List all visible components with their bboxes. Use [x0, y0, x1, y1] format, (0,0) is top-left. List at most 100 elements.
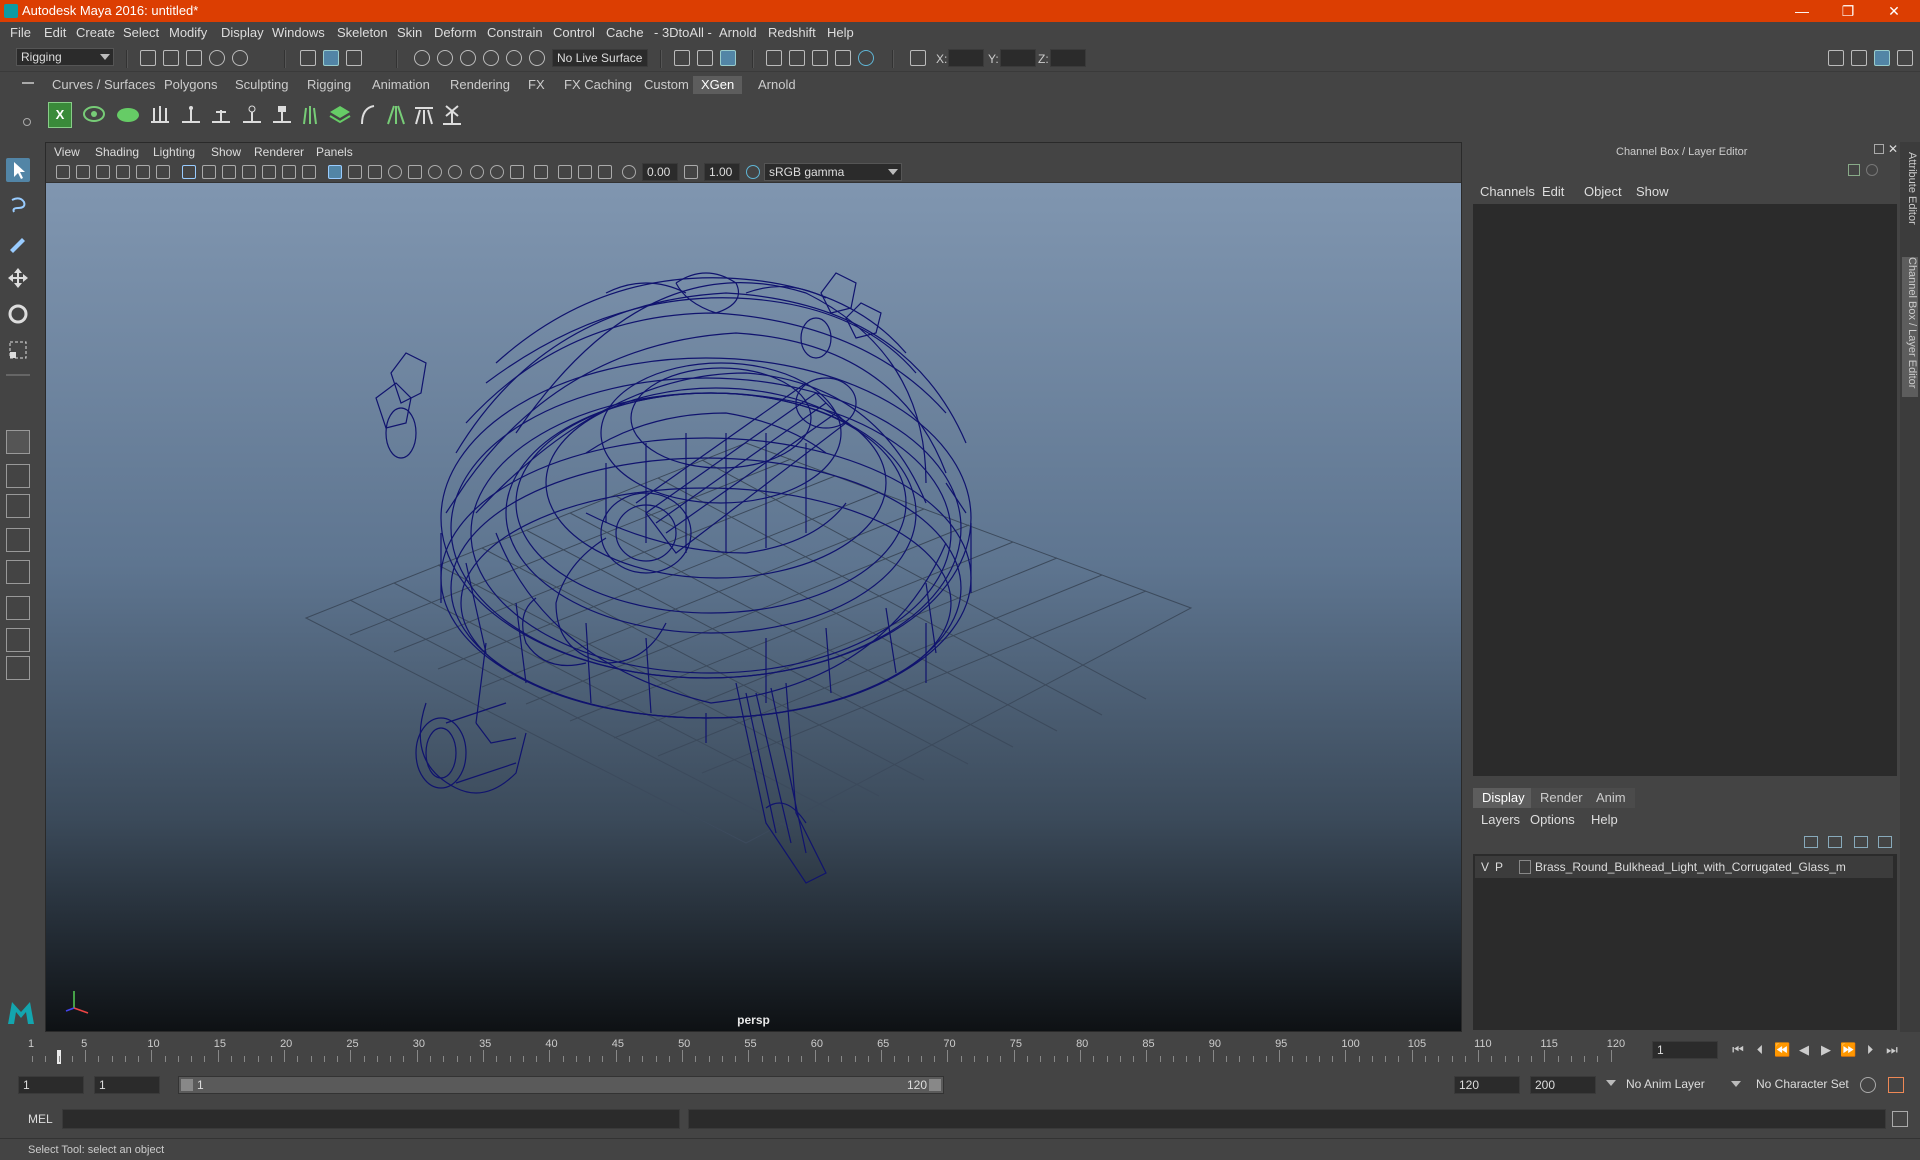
wireframe-icon[interactable] — [328, 165, 342, 179]
viewport-menu-lighting[interactable]: Lighting — [153, 145, 195, 159]
xgen-preview-icon[interactable] — [82, 102, 106, 128]
shelf-settings-icon[interactable] — [23, 118, 31, 126]
xgen-delete-guides-icon[interactable] — [440, 102, 464, 128]
step-forward-key-icon[interactable]: ⏩ — [1840, 1042, 1856, 1058]
xgen-guide-lock-icon[interactable] — [240, 102, 264, 128]
character-set-dropdown[interactable]: No Character Set — [1752, 1076, 1870, 1094]
close-button[interactable]: ✕ — [1872, 0, 1916, 22]
menu-cache[interactable]: Cache — [606, 25, 644, 40]
two-d-pan-zoom-icon[interactable] — [136, 165, 150, 179]
layer-name[interactable]: Brass_Round_Bulkhead_Light_with_Corrugat… — [1535, 860, 1846, 874]
color-space-dropdown[interactable]: sRGB gamma — [764, 163, 902, 181]
menu-constrain[interactable]: Constrain — [487, 25, 543, 40]
range-start-handle[interactable] — [181, 1079, 193, 1091]
tab-animation[interactable]: Animation — [364, 76, 438, 94]
render-settings-icon[interactable] — [835, 50, 851, 66]
minimize-button[interactable]: — — [1780, 0, 1824, 22]
hypershade-icon[interactable] — [858, 50, 874, 66]
smooth-shade-icon[interactable] — [348, 165, 362, 179]
menu-deform[interactable]: Deform — [434, 25, 477, 40]
tab-polygons[interactable]: Polygons — [156, 76, 225, 94]
xgen-grass-icon[interactable] — [298, 102, 322, 128]
tab-fx-caching[interactable]: FX Caching — [556, 76, 640, 94]
menu-windows[interactable]: Windows — [272, 25, 325, 40]
step-back-frame-icon[interactable]: ⏴ — [1752, 1042, 1768, 1058]
go-to-start-icon[interactable]: ⏮ — [1730, 1042, 1746, 1058]
xray-active-icon[interactable] — [578, 165, 592, 179]
snap-point-icon[interactable] — [460, 50, 476, 66]
camera-attributes-icon[interactable] — [76, 165, 90, 179]
snap-live-icon[interactable] — [506, 50, 522, 66]
safe-action-icon[interactable] — [282, 165, 296, 179]
tab-rendering[interactable]: Rendering — [442, 76, 518, 94]
step-back-key-icon[interactable]: ⏪ — [1774, 1042, 1790, 1058]
menu-file[interactable]: File — [10, 25, 31, 40]
film-gate-icon[interactable] — [202, 165, 216, 179]
tab-channel-box-layer-editor[interactable]: Channel Box / Layer Editor — [1902, 257, 1918, 397]
motion-blur-icon[interactable] — [470, 165, 484, 179]
menu-channels[interactable]: Channels — [1480, 184, 1535, 199]
layer-visibility-toggle[interactable]: V — [1481, 860, 1489, 874]
persp-outliner-layout-icon[interactable] — [6, 494, 30, 518]
snap-curve-icon[interactable] — [437, 50, 453, 66]
viewport-menu-view[interactable]: View — [54, 145, 80, 159]
channel-box-area[interactable] — [1473, 204, 1897, 776]
image-plane-icon[interactable] — [116, 165, 130, 179]
axis-toggle-icon[interactable] — [1848, 164, 1860, 176]
menu-create[interactable]: Create — [76, 25, 115, 40]
construction-history-icon[interactable] — [720, 50, 736, 66]
menu-layers[interactable]: Layers — [1481, 812, 1520, 827]
tab-fx[interactable]: FX — [520, 76, 553, 94]
animation-prefs-icon[interactable] — [1888, 1077, 1904, 1093]
tab-display[interactable]: Display — [1473, 788, 1534, 808]
float-panel-icon[interactable] — [1874, 144, 1884, 154]
single-perspective-layout-icon[interactable] — [6, 430, 30, 454]
gate-mask-icon[interactable] — [242, 165, 256, 179]
move-layer-down-icon[interactable] — [1828, 836, 1842, 848]
layer-color-swatch[interactable] — [1519, 860, 1531, 874]
viewport-menu-show[interactable]: Show — [211, 145, 241, 159]
menu-cb-edit[interactable]: Edit — [1542, 184, 1564, 199]
tab-arnold[interactable]: Arnold — [750, 76, 804, 94]
expand-layouts-icon[interactable] — [6, 656, 30, 680]
exposure-field[interactable]: 0.00 — [642, 163, 678, 181]
restore-button[interactable]: ❐ — [1826, 0, 1870, 22]
y-field[interactable] — [1000, 49, 1036, 67]
move-tool-icon[interactable] — [6, 266, 30, 290]
range-end-handle[interactable] — [929, 1079, 941, 1091]
menu-control[interactable]: Control — [553, 25, 595, 40]
output-ops-icon[interactable] — [697, 50, 713, 66]
render-frame-icon[interactable] — [789, 50, 805, 66]
viewport-menu-panels[interactable]: Panels — [316, 145, 353, 159]
snap-view-plane-icon[interactable] — [483, 50, 499, 66]
menu-redshift[interactable]: Redshift — [768, 25, 816, 40]
play-backwards-icon[interactable]: ◀ — [1796, 1042, 1812, 1058]
menu-options[interactable]: Options — [1530, 812, 1575, 827]
select-by-hierarchy-icon[interactable] — [300, 50, 316, 66]
close-panel-icon[interactable]: ✕ — [1888, 142, 1898, 156]
channel-box-toggle-icon[interactable] — [1874, 50, 1890, 66]
menu-edit[interactable]: Edit — [44, 25, 66, 40]
xray-icon[interactable] — [558, 165, 572, 179]
paint-select-tool-icon[interactable] — [6, 230, 30, 254]
range-bar[interactable]: 1 120 — [178, 1076, 944, 1094]
menu-skin[interactable]: Skin — [397, 25, 422, 40]
resolution-gate-icon[interactable] — [222, 165, 236, 179]
menu-arnold[interactable]: Arnold — [719, 25, 757, 40]
new-scene-icon[interactable] — [140, 50, 156, 66]
xgen-lock-length-icon[interactable] — [270, 102, 294, 128]
xray-joints-icon[interactable] — [598, 165, 612, 179]
safe-title-icon[interactable] — [302, 165, 316, 179]
tab-render[interactable]: Render — [1531, 788, 1592, 808]
input-ops-icon[interactable] — [674, 50, 690, 66]
x-field[interactable] — [948, 49, 984, 67]
xgen-editor-icon[interactable]: X — [48, 102, 72, 128]
grid-icon[interactable] — [182, 165, 196, 179]
persp-graph-layout-icon[interactable] — [6, 528, 30, 552]
menu-modify[interactable]: Modify — [169, 25, 207, 40]
new-empty-layer-icon[interactable] — [1854, 836, 1868, 848]
gamma-icon[interactable] — [684, 165, 698, 179]
go-to-end-icon[interactable]: ⏭ — [1884, 1042, 1900, 1058]
select-by-component-icon[interactable] — [346, 50, 362, 66]
four-view-layout-icon[interactable] — [6, 464, 30, 488]
